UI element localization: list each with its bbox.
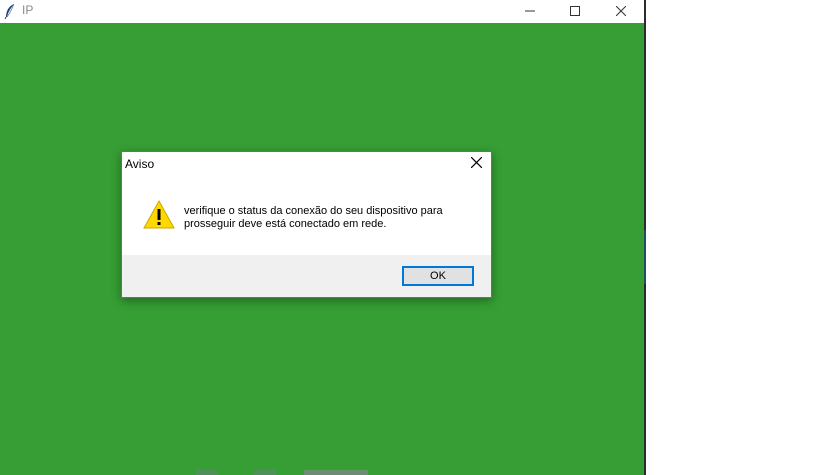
maximize-icon <box>570 3 580 21</box>
minimize-icon <box>525 3 535 21</box>
background-artifact <box>196 470 218 475</box>
dialog-title: Aviso <box>125 157 155 171</box>
close-icon <box>470 155 482 173</box>
ok-button[interactable]: OK <box>402 266 474 286</box>
minimize-button[interactable] <box>507 0 553 23</box>
background-window-edge <box>644 230 646 284</box>
dialog-message: verifique o status da conexão do seu dis… <box>184 205 443 230</box>
dialog-footer: OK <box>122 255 491 297</box>
maximize-button[interactable] <box>552 0 598 23</box>
feather-icon <box>4 3 16 20</box>
close-button[interactable] <box>598 0 644 23</box>
warning-icon <box>143 199 175 231</box>
background-artifact <box>304 470 368 475</box>
dialog-close-button[interactable] <box>463 154 489 174</box>
background-artifact <box>254 470 276 475</box>
dialog-body: verifique o status da conexão do seu dis… <box>122 176 491 255</box>
window-titlebar[interactable]: IP <box>0 0 644 23</box>
dialog-titlebar[interactable]: Aviso <box>122 152 491 176</box>
warning-dialog: Aviso verifique o status da conexão do s… <box>121 151 492 298</box>
close-icon <box>615 3 627 21</box>
window-title: IP <box>22 3 34 17</box>
